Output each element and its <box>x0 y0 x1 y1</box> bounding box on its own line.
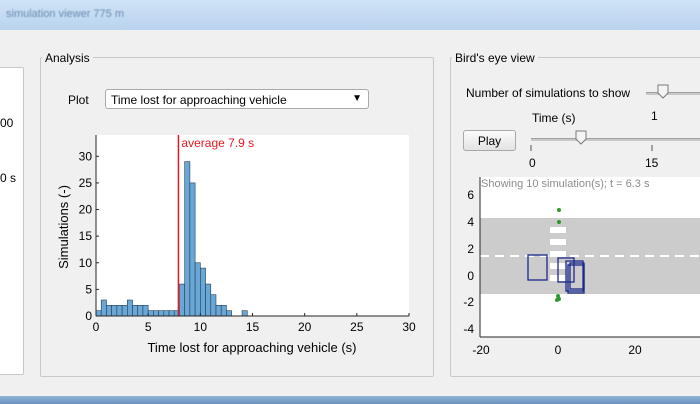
time-tick-0: 0 <box>529 156 536 170</box>
time-tick-15: 15 <box>645 156 659 170</box>
num-sims-slider-track[interactable] <box>646 92 700 95</box>
y-tick-label: 10 <box>79 256 93 270</box>
slider-thumb-icon <box>657 84 669 99</box>
y-tick-label: 0 <box>85 309 92 323</box>
window-title-bar: simulation viewer 775 m <box>0 0 700 31</box>
left-panel <box>0 67 24 375</box>
bev-x-ticks: -20 0 20 <box>472 343 642 357</box>
histogram-bar <box>220 305 227 317</box>
x-tick-label: 20 <box>298 320 312 334</box>
y-axis-label: Simulations (-) <box>56 185 71 269</box>
histogram-bar <box>95 310 102 317</box>
histogram-bar <box>189 182 196 317</box>
num-sims-slider-thumb[interactable] <box>657 84 669 99</box>
histogram-bar <box>241 310 248 317</box>
histogram-bar <box>194 262 201 317</box>
analysis-panel-title: Analysis <box>42 51 93 65</box>
chart-plot-area <box>96 135 409 316</box>
bev-y-tick: 2 <box>467 242 474 256</box>
y-tick-label: 25 <box>79 176 93 190</box>
time-slider-ticks <box>530 145 653 151</box>
bev-y-ticks: 6 4 2 0 -2 -4 <box>463 188 474 336</box>
slider-thumb-icon <box>575 130 587 145</box>
histogram-chart: average 7.9 s 0 5 10 15 20 25 30 051015202530 … <box>56 135 416 355</box>
left-value-2: 0 s <box>0 171 17 185</box>
histogram-bar <box>179 283 185 317</box>
time-slider-track[interactable] <box>531 138 700 141</box>
x-tick-label: 0 <box>93 320 100 334</box>
play-button[interactable]: Play <box>463 130 516 151</box>
bev-y-tick: -4 <box>463 322 474 336</box>
average-label: average 7.9 s <box>181 136 254 150</box>
histogram-bar <box>184 161 191 317</box>
left-value-1: 00 <box>0 116 14 130</box>
histogram-bar <box>116 305 123 317</box>
histogram-bar <box>158 310 165 317</box>
histogram-bar <box>132 305 139 317</box>
histogram-bar <box>226 310 232 317</box>
histogram-bar <box>205 283 212 317</box>
y-tick-label: 20 <box>79 203 93 217</box>
x-tick-label: 30 <box>402 320 416 334</box>
pedestrian-marker <box>557 297 561 301</box>
histogram-bar <box>142 305 149 317</box>
histogram-bar <box>111 305 118 317</box>
histogram-bar <box>168 310 175 317</box>
x-tick-label: 25 <box>350 320 364 334</box>
bev-y-tick: -2 <box>463 295 474 309</box>
showing-text: Showing 10 simulation(s); t = 6.3 s <box>481 178 650 190</box>
x-tick-label: 5 <box>145 320 152 334</box>
pedestrian-marker <box>557 208 561 212</box>
y-tick-label: 30 <box>79 149 93 163</box>
histogram-bar <box>106 305 112 317</box>
histogram-bar <box>153 310 159 317</box>
crosswalk-stripe <box>550 227 566 233</box>
bev-y-tick: 0 <box>467 269 474 283</box>
y-tick-label: 15 <box>79 229 93 243</box>
num-sims-label: Number of simulations to show <box>466 86 631 100</box>
crosswalk-stripe <box>550 251 566 257</box>
plot-label: Plot <box>68 93 89 107</box>
bev-x-tick: 0 <box>555 343 562 357</box>
time-slider-thumb[interactable] <box>575 130 587 145</box>
bev-x-tick: -20 <box>472 343 490 357</box>
time-label: Time (s) <box>532 111 576 125</box>
play-button-label: Play <box>477 134 502 148</box>
bev-y-tick: 4 <box>467 215 474 229</box>
histogram-bar <box>210 294 217 317</box>
crosswalk-stripe <box>550 239 566 245</box>
histogram-bar <box>137 305 144 317</box>
bev-x-tick: 20 <box>628 343 642 357</box>
histogram-bar <box>163 310 170 317</box>
x-tick-label: 10 <box>194 320 208 334</box>
histogram-bar <box>147 310 154 317</box>
plot-select-value: Time lost for approaching vehicle <box>111 93 287 107</box>
window-title: simulation viewer 775 m <box>6 8 124 20</box>
histogram-bar <box>121 305 128 317</box>
histogram-bar <box>127 299 133 317</box>
taskbar <box>0 396 700 404</box>
x-tick-label: 15 <box>246 320 260 334</box>
y-tick-label: 5 <box>85 282 92 296</box>
histogram-bar <box>100 299 107 317</box>
birdseye-panel-title: Bird's eye view <box>452 51 538 65</box>
num-sims-value: 1 <box>651 109 658 123</box>
plot-select[interactable]: Time lost for approaching vehicle ▼ <box>105 89 369 109</box>
birdseye-plot: Showing 10 simulation(s); t = 6.3 s 6 4 … <box>463 177 700 357</box>
bev-y-tick: 6 <box>467 188 474 202</box>
x-axis-label: Time lost for approaching vehicle (s) <box>147 340 356 355</box>
pedestrian-marker <box>557 220 561 224</box>
chevron-down-icon: ▼ <box>352 93 362 104</box>
histogram-bar <box>215 305 222 317</box>
histogram-bar <box>200 267 206 317</box>
